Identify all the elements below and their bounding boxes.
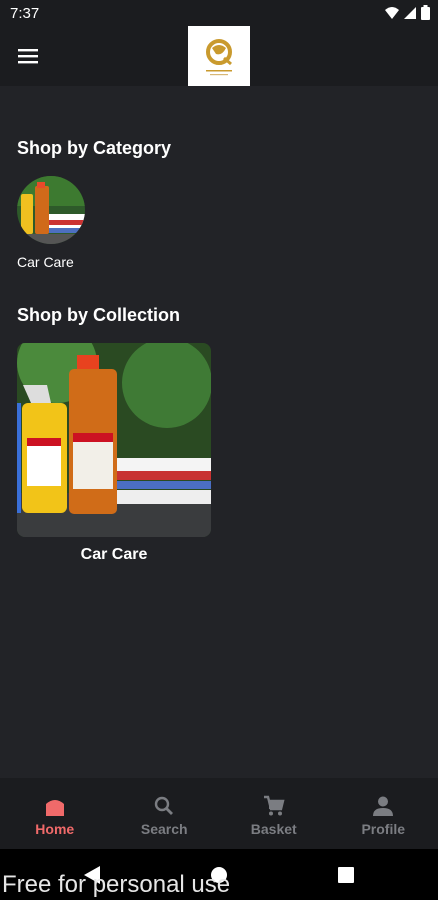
search-icon <box>152 794 176 818</box>
signal-icon <box>404 6 416 19</box>
collection-card-car-care[interactable]: Car Care <box>17 343 211 564</box>
hamburger-menu-icon <box>18 49 38 64</box>
category-label: Car Care <box>17 254 74 270</box>
recents-icon[interactable] <box>338 867 354 883</box>
nav-label-search: Search <box>140 821 188 837</box>
nav-item-basket[interactable]: Basket <box>219 778 329 849</box>
nav-item-home[interactable]: Home <box>0 778 110 849</box>
cart-icon <box>262 794 286 818</box>
app-bar <box>0 26 438 86</box>
menu-button[interactable] <box>14 42 42 70</box>
nav-label-home: Home <box>35 821 75 837</box>
collection-section-title: Shop by Collection <box>17 305 181 325</box>
wifi-icon <box>385 6 399 19</box>
category-section-title: Shop by Category <box>17 138 172 158</box>
nav-item-profile[interactable]: Profile <box>329 778 438 849</box>
collection-label: Car Care <box>80 546 148 563</box>
person-icon <box>371 794 395 818</box>
watermark-text: Free for personal use <box>2 871 231 898</box>
brand-logo[interactable] <box>188 26 250 86</box>
nav-label-basket: Basket <box>250 821 297 837</box>
home-icon <box>43 794 67 818</box>
nav-label-profile: Profile <box>361 821 406 837</box>
status-bar: 7:37 <box>0 0 438 26</box>
status-icons <box>385 5 430 20</box>
bottom-navigation: Home Search Basket Profile <box>0 778 438 849</box>
category-image <box>17 176 85 244</box>
battery-icon <box>421 5 430 20</box>
collection-image <box>17 343 211 537</box>
main-content: Shop by Category Car Care Shop by Collec… <box>0 86 438 778</box>
category-item-car-care[interactable]: Car Care <box>17 176 87 270</box>
nav-item-search[interactable]: Search <box>110 778 220 849</box>
status-time: 7:37 <box>10 5 40 22</box>
logo-emblem-icon <box>206 39 232 76</box>
